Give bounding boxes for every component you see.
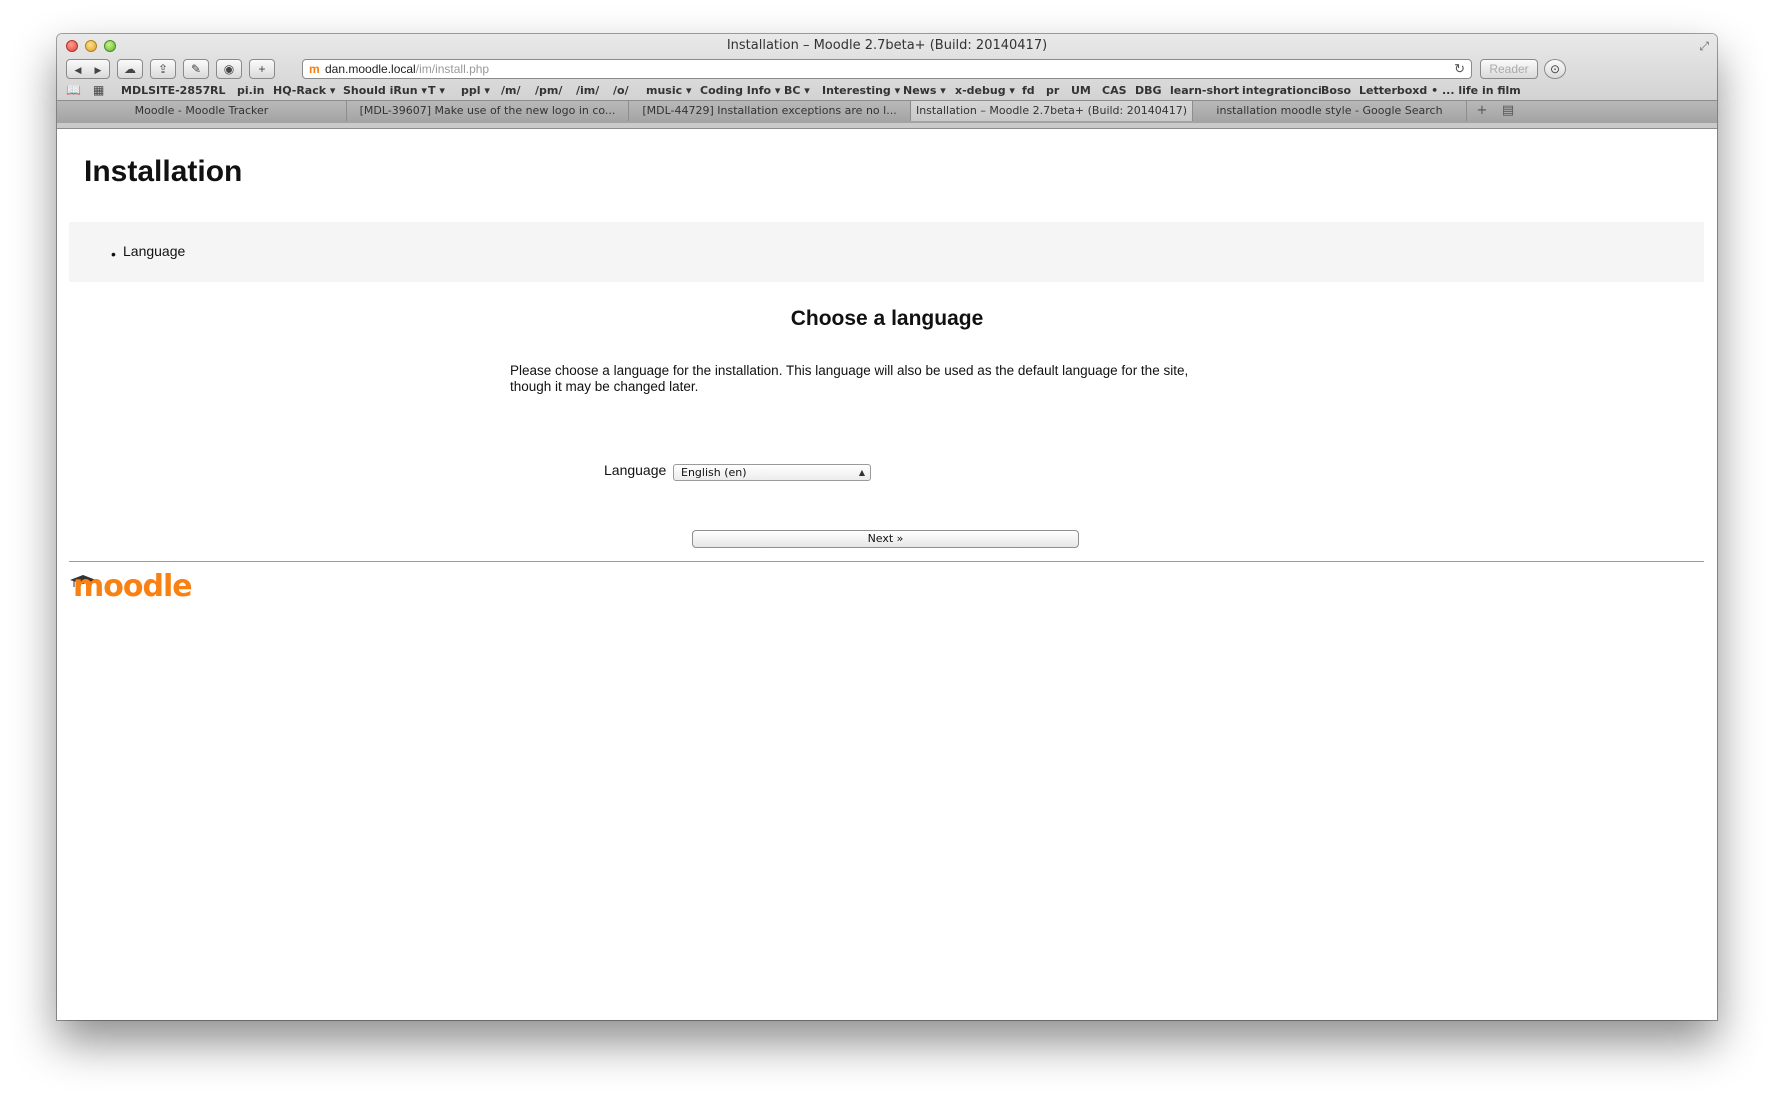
url-host: dan.moodle.local [325, 62, 416, 76]
title-bar: Installation – Moodle 2.7beta+ (Build: 2… [57, 34, 1717, 58]
bookmark-item[interactable]: Letterboxd • ... life in film [1359, 84, 1521, 97]
cloud-icon: ☁ [124, 62, 136, 76]
install-steps-nav: • Language [69, 222, 1704, 282]
intro-text: Please choose a language for the install… [510, 363, 1189, 394]
back-forward-buttons[interactable]: ◀ ▶ [66, 59, 110, 79]
tab-mdl-44729[interactable]: [MDL-44729] Installation exceptions are … [629, 101, 911, 121]
address-bar[interactable]: moodle m dan.moodle.local/im/install.php… [302, 59, 1472, 79]
share-button[interactable]: ⇪ [150, 59, 176, 79]
bookmark-item[interactable]: /m/ [501, 84, 521, 97]
bookmarks-bar: 📖 ▦ MDLSITE-2857 RL pi.in HQ-Rack ▾ Shou… [57, 82, 1717, 100]
page-title: Installation [84, 155, 243, 188]
language-label: Language [604, 462, 667, 478]
icloud-tabs-button[interactable]: ☁ [117, 59, 143, 79]
select-arrows-icon: ▲ [858, 468, 865, 477]
back-icon[interactable]: ◀ [68, 61, 88, 79]
url-text[interactable]: dan.moodle.local/im/install.php [325, 60, 489, 78]
section-heading: Choose a language [790, 307, 984, 330]
tab-bar: Moodle - Moodle Tracker [MDL-39607] Make… [57, 100, 1717, 123]
bookmark-item[interactable]: DBG [1135, 84, 1162, 97]
plus-icon: + [258, 62, 266, 76]
tools-button[interactable]: ✎ [183, 59, 209, 79]
stop-icon: ◉ [223, 62, 235, 76]
bookmark-item[interactable]: MDLSITE-2857 [121, 84, 210, 97]
bookmark-item[interactable]: BC ▾ [784, 84, 810, 97]
language-select[interactable]: English (en) ▲ [673, 464, 871, 481]
bookmark-item[interactable]: pr [1046, 84, 1059, 97]
bookmark-item[interactable]: T ▾ [428, 84, 445, 97]
tab-list-icon[interactable]: ▤ [1495, 101, 1521, 121]
bookmark-item[interactable]: UM [1071, 84, 1091, 97]
tab-installation[interactable]: Installation – Moodle 2.7beta+ (Build: 2… [911, 101, 1193, 121]
browser-window: Installation – Moodle 2.7beta+ (Build: 2… [57, 34, 1717, 1020]
footer-divider [69, 561, 1704, 562]
new-tab-button[interactable]: + [249, 59, 275, 79]
share-icon: ⇪ [157, 62, 169, 76]
bookmark-item[interactable]: Interesting ▾ [822, 84, 900, 97]
bookmark-item[interactable]: x-debug ▾ [955, 84, 1015, 97]
bookmark-item[interactable]: pi.in [237, 84, 264, 97]
bookmark-item[interactable]: HQ-Rack ▾ [273, 84, 335, 97]
bookmark-item[interactable]: ppl ▾ [461, 84, 490, 97]
reader-button[interactable]: Reader [1480, 59, 1538, 79]
next-button[interactable]: Next » [692, 530, 1079, 548]
top-sites-icon[interactable]: ▦ [93, 83, 104, 97]
bookmark-item[interactable]: Should iRun ▾ [343, 84, 427, 97]
browser-toolbar: ◀▶ ☁ ⇪ ✎ ◉ + moodle m dan.moodle.local/i… [57, 58, 1717, 82]
tab-mdl-39607[interactable]: [MDL-39607] Make use of the new logo in … [347, 101, 629, 121]
reading-list-icon[interactable]: 📖 [66, 83, 81, 97]
bookmark-item[interactable]: RL [210, 84, 225, 97]
step-label: Language [123, 243, 186, 259]
add-tab-icon[interactable]: + [1469, 101, 1495, 121]
bookmark-item[interactable]: /pm/ [535, 84, 562, 97]
bookmark-item[interactable]: learn-short [1170, 84, 1239, 97]
tab-moodle-tracker[interactable]: Moodle - Moodle Tracker [57, 101, 347, 121]
window-title: Installation – Moodle 2.7beta+ (Build: 2… [726, 38, 1048, 53]
bookmark-item[interactable]: News ▾ [903, 84, 946, 97]
site-favicon-icon: m [309, 62, 320, 76]
wrench-icon: ✎ [190, 62, 202, 76]
language-selected-value: English (en) [681, 466, 747, 479]
page-content: Installation • Language Choose a languag… [57, 129, 1717, 1020]
browser-chrome: Installation – Moodle 2.7beta+ (Build: 2… [57, 34, 1717, 129]
bullet-icon: • [111, 246, 116, 262]
moodle-logo: moodle [69, 569, 193, 609]
url-path: /im/install.php [415, 62, 490, 76]
download-icon: ⊙ [1549, 62, 1561, 76]
bookmark-item[interactable]: /im/ [576, 84, 599, 97]
bookmark-item[interactable]: integrationci [1242, 84, 1322, 97]
bookmark-item[interactable]: Coding Info ▾ [700, 84, 780, 97]
reload-icon[interactable]: ↻ [1454, 60, 1465, 78]
forward-icon[interactable]: ▶ [88, 61, 108, 79]
downloads-button[interactable]: ⊙ [1544, 59, 1566, 79]
bookmark-item[interactable]: CAS [1102, 84, 1127, 97]
logo-wordmark: moodle [73, 569, 193, 604]
extension-button[interactable]: ◉ [216, 59, 242, 79]
fullscreen-icon[interactable]: ⤢ [1699, 39, 1709, 54]
bookmark-item[interactable]: Boso [1321, 84, 1351, 97]
bookmark-item[interactable]: /o/ [613, 84, 629, 97]
bookmark-item[interactable]: music ▾ [646, 84, 691, 97]
tab-google-search[interactable]: installation moodle style - Google Searc… [1193, 101, 1467, 121]
bookmark-item[interactable]: fd [1022, 84, 1035, 97]
